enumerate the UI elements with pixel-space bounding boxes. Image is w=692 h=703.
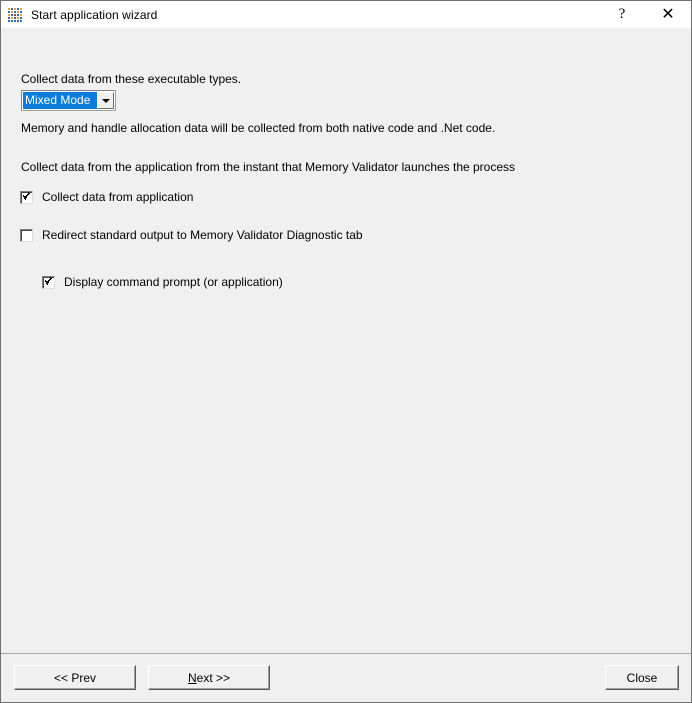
checkbox-redirect-standard-output[interactable]: Redirect standard output to Memory Valid… bbox=[20, 228, 363, 242]
executable-type-selected-value: Mixed Mode bbox=[23, 92, 97, 109]
close-button-label: Close bbox=[626, 670, 658, 685]
wizard-footer: << Prev Next >> Close bbox=[1, 653, 691, 702]
checkbox-box bbox=[20, 191, 33, 204]
question-mark-icon: ? bbox=[618, 6, 626, 22]
wizard-window: Start application wizard ? ✕ Collect dat… bbox=[0, 0, 692, 703]
checkbox-box bbox=[42, 276, 55, 289]
checkbox-label: Redirect standard output to Memory Valid… bbox=[42, 228, 363, 242]
instant-launch-label: Collect data from the application from t… bbox=[21, 160, 516, 174]
close-button[interactable]: Close bbox=[605, 665, 679, 690]
chevron-down-icon bbox=[101, 98, 110, 103]
next-button-accel: N bbox=[187, 670, 197, 685]
prev-button-label: << Prev bbox=[53, 670, 97, 685]
close-icon: ✕ bbox=[661, 5, 675, 23]
executable-type-combobox[interactable]: Mixed Mode bbox=[21, 90, 116, 111]
executable-types-label: Collect data from these executable types… bbox=[21, 72, 242, 86]
prev-button[interactable]: << Prev bbox=[14, 665, 136, 690]
window-title: Start application wizard bbox=[31, 7, 158, 22]
checkmark-icon bbox=[23, 192, 30, 200]
checkbox-label: Collect data from application bbox=[42, 190, 194, 204]
next-button[interactable]: Next >> bbox=[148, 665, 270, 690]
help-button[interactable]: ? bbox=[599, 1, 645, 28]
app-grid-icon bbox=[8, 7, 22, 22]
title-bar: Start application wizard ? ✕ bbox=[1, 1, 691, 28]
next-button-label: ext >> bbox=[196, 670, 231, 685]
wizard-page: Collect data from these executable types… bbox=[1, 28, 691, 653]
checkbox-display-command-prompt[interactable]: Display command prompt (or application) bbox=[42, 275, 283, 289]
checkbox-box bbox=[20, 229, 33, 242]
checkbox-label: Display command prompt (or application) bbox=[64, 275, 283, 289]
checkmark-icon bbox=[45, 277, 52, 285]
executable-type-dropdown-button[interactable] bbox=[97, 92, 114, 109]
allocation-description-label: Memory and handle allocation data will b… bbox=[21, 121, 496, 135]
close-window-button[interactable]: ✕ bbox=[645, 1, 691, 28]
checkbox-collect-data-from-application[interactable]: Collect data from application bbox=[20, 190, 193, 204]
